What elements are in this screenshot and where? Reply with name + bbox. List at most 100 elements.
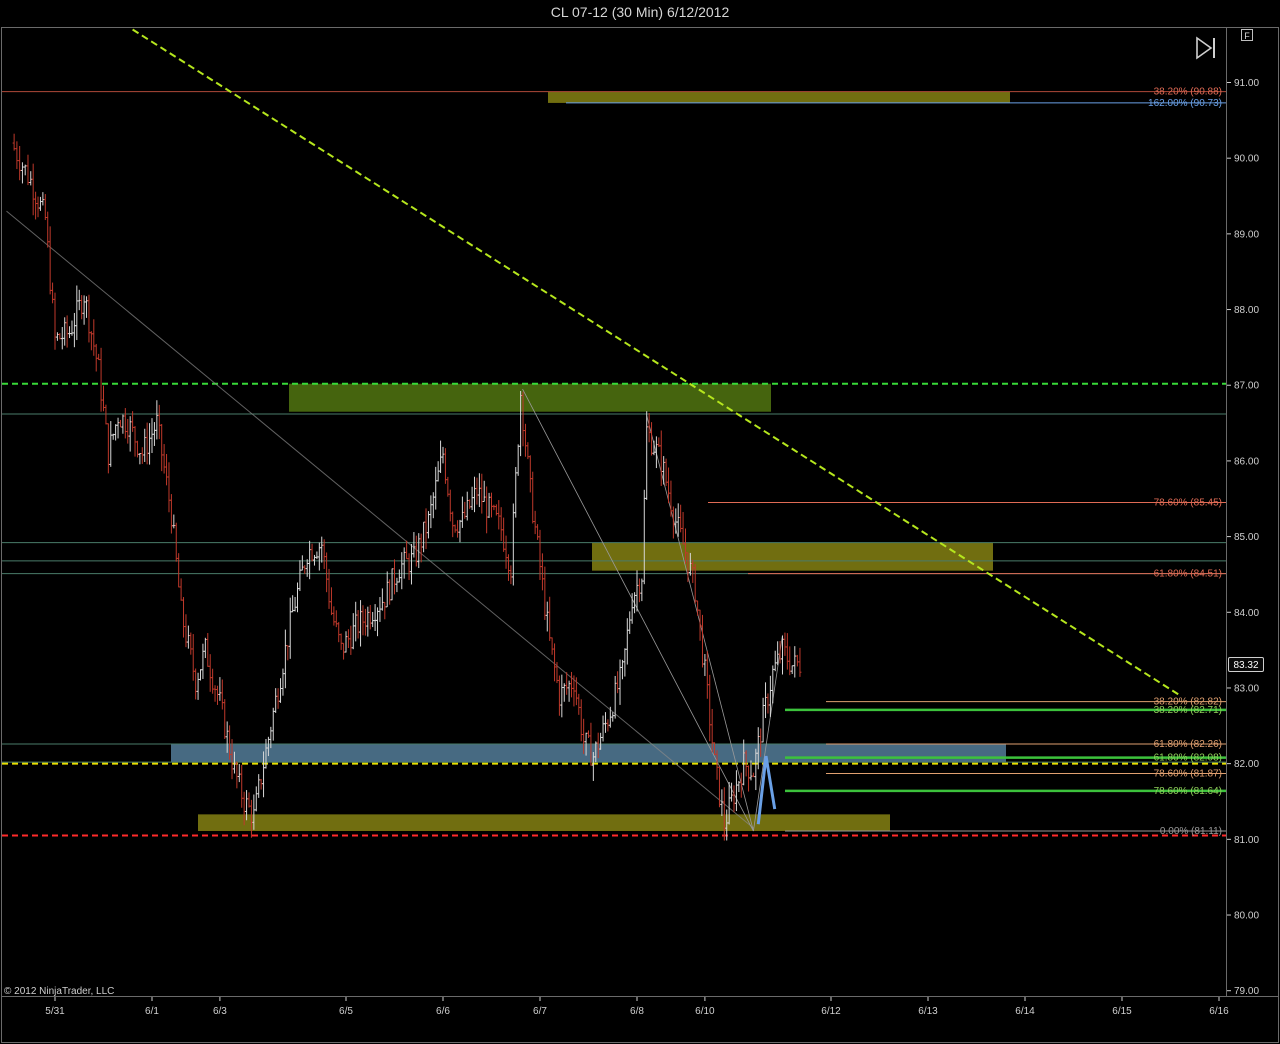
ohlc-chart[interactable]: 38.20% (90.88)162.00% (90.73) 78.60% (85.…: [0, 0, 1280, 1044]
price-bar: [625, 618, 629, 665]
price-bar: [203, 637, 207, 659]
price-bar: [485, 486, 489, 534]
price-bar: [514, 467, 518, 518]
zone-olive-bottom: [198, 814, 890, 832]
price-bar: [223, 699, 227, 740]
price-bar: [218, 677, 222, 701]
x-tick-label: 6/16: [1209, 1006, 1229, 1017]
price-bar: [199, 669, 202, 681]
price-bar: [121, 414, 125, 434]
price-bar: [613, 675, 617, 719]
price-bar: [538, 529, 542, 580]
price-bar: [523, 423, 527, 457]
price-bar: [276, 688, 280, 709]
price-bar: [431, 492, 435, 519]
price-bar: [356, 610, 360, 639]
price-bar: [540, 553, 544, 591]
price-bar: [730, 782, 734, 802]
price-bar: [739, 772, 743, 798]
price-bar: [405, 540, 409, 560]
price-bar: [560, 674, 564, 718]
chart-window: CL 07-12 (30 Min) 6/12/2012 38.20% (90.8…: [0, 0, 1280, 1044]
price-bar: [351, 613, 355, 650]
price-bar: [36, 196, 40, 218]
zone-green-resistance: [289, 383, 771, 412]
price-bar: [298, 560, 302, 592]
price-bar: [761, 697, 765, 743]
zone-top-olive: [548, 91, 1010, 103]
skip-forward-icon[interactable]: [1194, 36, 1218, 60]
price-bar: [388, 579, 392, 605]
price-bar: [38, 196, 42, 211]
price-bar: [703, 654, 707, 677]
price-bar: [502, 517, 506, 552]
x-tick-label: 6/15: [1112, 1006, 1132, 1017]
price-bar: [798, 647, 802, 677]
price-bar: [337, 622, 341, 643]
price-bar: [31, 163, 35, 216]
price-bar: [548, 596, 552, 641]
price-bar: [148, 423, 152, 465]
price-bar: [235, 761, 239, 789]
price-bar: [601, 715, 605, 742]
price-bar: [135, 440, 139, 458]
lime-downtrend: [132, 28, 1181, 697]
x-tick-label: 6/12: [821, 1006, 841, 1017]
price-bar: [237, 763, 241, 783]
x-tick-label: 6/7: [533, 1006, 547, 1017]
price-bar: [504, 535, 508, 569]
price-bar: [320, 536, 324, 563]
price-bar: [468, 499, 472, 509]
price-bar: [681, 512, 685, 545]
price-bar: [106, 423, 110, 474]
price-bar: [700, 614, 704, 668]
price-bar: [51, 282, 55, 304]
price-bar: [623, 648, 627, 677]
y-tick-label: 89.00: [1234, 229, 1259, 240]
price-bar: [363, 608, 367, 636]
fib-label: 38.20% (82.71): [1154, 705, 1222, 716]
price-bar: [145, 422, 149, 465]
price-bar: [395, 577, 399, 593]
y-tick-label: 83.00: [1234, 683, 1259, 694]
x-tick-label: 6/10: [695, 1006, 715, 1017]
price-bar: [645, 411, 649, 500]
price-bar: [393, 559, 396, 595]
price-bar: [97, 353, 101, 361]
price-bar: [543, 566, 547, 620]
price-bar: [662, 456, 666, 485]
price-bar: [140, 447, 144, 464]
f-button[interactable]: F: [1241, 29, 1253, 41]
y-tick-label: 90.00: [1234, 154, 1259, 165]
price-bar: [373, 604, 377, 631]
price-bar: [409, 544, 413, 585]
y-tick-label: 87.00: [1234, 381, 1259, 392]
price-bar: [191, 634, 195, 681]
price-bar: [85, 296, 89, 318]
y-tick-label: 85.00: [1234, 532, 1259, 543]
price-bar: [48, 226, 52, 295]
price-bar: [361, 605, 365, 636]
swing-line: [522, 388, 754, 832]
price-bar: [18, 146, 22, 181]
fib-labels-layer: 38.20% (90.88)162.00% (90.73) 78.60% (85.…: [1148, 87, 1222, 837]
fib-label: 162.00% (90.73): [1148, 98, 1222, 109]
price-bar: [628, 611, 632, 634]
price-bar: [349, 625, 353, 655]
price-bar: [34, 191, 38, 220]
price-bar: [169, 494, 173, 534]
price-bar: [456, 520, 460, 538]
price-bar: [87, 294, 91, 343]
price-bar: [509, 565, 513, 585]
price-bar: [562, 683, 566, 702]
price-bar: [698, 609, 702, 641]
price-bar: [179, 578, 183, 601]
price-bar: [487, 492, 491, 518]
price-bar: [419, 533, 423, 563]
price-bar: [536, 524, 540, 540]
price-bar: [722, 787, 726, 841]
zone-olive-mid: [592, 542, 993, 571]
price-bar: [23, 164, 27, 176]
x-tick-label: 6/14: [1015, 1006, 1035, 1017]
pattern-layer: [756, 755, 777, 825]
